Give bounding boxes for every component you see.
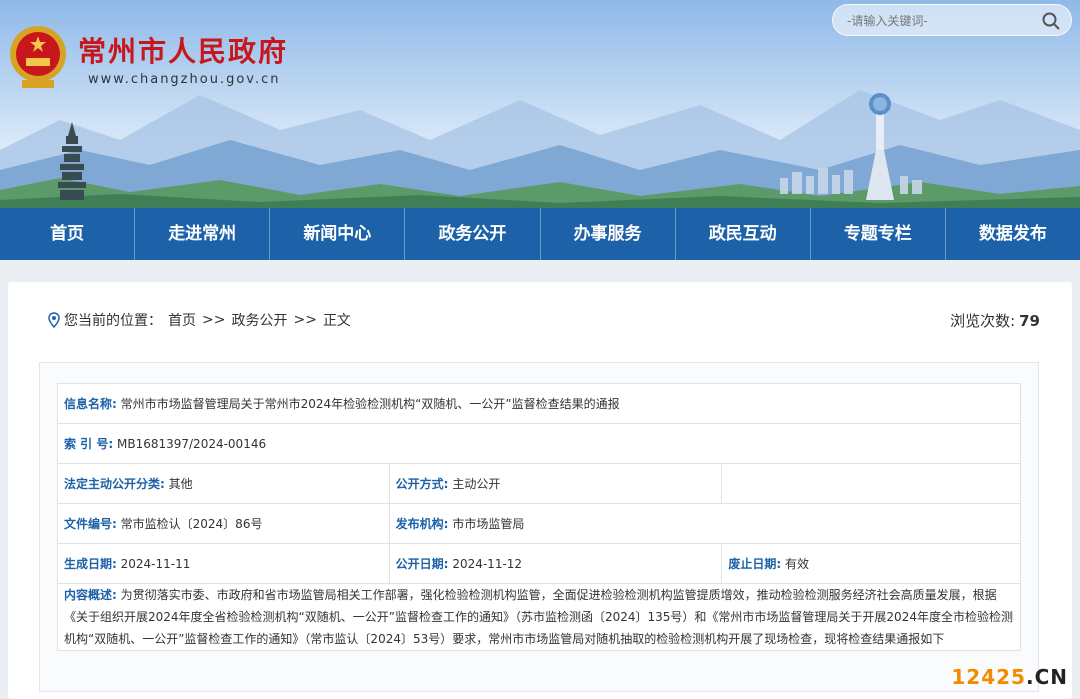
nav-item-services[interactable]: 办事服务 bbox=[541, 208, 676, 260]
summary-value: 为贯彻落实市委、市政府和省市场监管局相关工作部署，强化检验检测机构监管，全面促进… bbox=[64, 588, 1013, 646]
info-name-value: 常州市市场监督管理局关于常州市2024年检验检测机构“双随机、一公开”监督检查结… bbox=[120, 397, 620, 411]
category-label: 法定主动公开分类: bbox=[64, 477, 165, 491]
index-value: MB1681397/2024-00146 bbox=[116, 437, 267, 451]
watermark-logo: 12425.CN bbox=[951, 665, 1068, 689]
expire-label: 废止日期: bbox=[728, 557, 782, 571]
docno-cell: 文件编号: 常市监检认〔2024〕86号 bbox=[57, 503, 390, 544]
index-cell: 索 引 号: MB1681397/2024-00146 bbox=[57, 423, 1021, 464]
nav-item-topics[interactable]: 专题专栏 bbox=[811, 208, 946, 260]
table-row: 信息名称: 常州市市场监督管理局关于常州市2024年检验检测机构“双随机、一公开… bbox=[57, 383, 1021, 424]
location-pin-icon bbox=[48, 312, 60, 328]
breadcrumb: 您当前的位置： 首页 >> 政务公开 >> 正文 bbox=[46, 310, 357, 330]
breadcrumb-current: 正文 bbox=[322, 313, 351, 329]
nav-item-gov-info[interactable]: 政务公开 bbox=[405, 208, 541, 260]
created-value: 2024-11-11 bbox=[120, 557, 191, 571]
breadcrumb-home[interactable]: 首页 bbox=[168, 310, 196, 330]
breadcrumb-gov-info[interactable]: 政务公开 bbox=[231, 310, 287, 330]
breadcrumb-prefix: 您当前的位置： bbox=[64, 313, 162, 329]
summary-cell: 内容概述: 为贯彻落实市委、市政府和省市场监管局相关工作部署，强化检验检测机构监… bbox=[57, 583, 1021, 651]
published-cell: 公开日期: 2024-11-12 bbox=[388, 543, 723, 584]
site-url: www.changzhou.gov.cn bbox=[88, 72, 281, 87]
main-nav: 首页 走进常州 新闻中心 政务公开 办事服务 政民互动 专题专栏 数据发布 bbox=[0, 208, 1080, 260]
watermark-number: 12425 bbox=[951, 665, 1026, 689]
nav-item-about[interactable]: 走进常州 bbox=[135, 208, 271, 260]
category-cell: 法定主动公开分类: 其他 bbox=[57, 463, 390, 504]
content-panel: 您当前的位置： 首页 >> 政务公开 >> 正文 浏览次数: 79 信息名称: 常… bbox=[8, 282, 1072, 699]
expire-cell: 废止日期: 有效 bbox=[721, 543, 1021, 584]
expire-value: 有效 bbox=[784, 557, 809, 571]
published-label: 公开日期: bbox=[395, 557, 449, 571]
issuer-value: 市市场监管局 bbox=[452, 517, 525, 531]
national-emblem-icon bbox=[10, 26, 66, 88]
published-value: 2024-11-12 bbox=[452, 557, 523, 571]
created-cell: 生成日期: 2024-11-11 bbox=[57, 543, 390, 584]
search-input[interactable] bbox=[847, 11, 1037, 31]
index-label: 索 引 号: bbox=[64, 437, 114, 451]
view-count: 浏览次数: 79 bbox=[950, 310, 1040, 331]
table-row: 法定主动公开分类: 其他 公开方式: 主动公开 bbox=[57, 463, 1021, 504]
info-table: 信息名称: 常州市市场监督管理局关于常州市2024年检验检测机构“双随机、一公开… bbox=[57, 383, 1022, 651]
site-title[interactable]: 常州市人民政府 bbox=[78, 30, 288, 70]
table-row: 生成日期: 2024-11-11 公开日期: 2024-11-12 废止日期: … bbox=[57, 543, 1021, 584]
method-label: 公开方式: bbox=[395, 477, 449, 491]
breadcrumb-separator: >> bbox=[293, 312, 317, 328]
info-container: 信息名称: 常州市市场监督管理局关于常州市2024年检验检测机构“双随机、一公开… bbox=[39, 362, 1039, 692]
breadcrumb-separator: >> bbox=[202, 312, 226, 328]
nav-item-news[interactable]: 新闻中心 bbox=[270, 208, 406, 260]
watermark-suffix: CN bbox=[1034, 665, 1068, 689]
header-banner: 常州市人民政府 www.changzhou.gov.cn bbox=[0, 0, 1080, 208]
table-row: 文件编号: 常市监检认〔2024〕86号 发布机构: 市市场监管局 bbox=[57, 503, 1022, 544]
info-name-label: 信息名称: bbox=[64, 397, 117, 411]
nav-item-home[interactable]: 首页 bbox=[0, 208, 136, 260]
created-label: 生成日期: bbox=[64, 557, 117, 571]
table-row: 内容概述: 为贯彻落实市委、市政府和省市场监管局相关工作部署，强化检验检测机构监… bbox=[57, 583, 1021, 651]
search-icon[interactable] bbox=[1041, 11, 1061, 31]
docno-value: 常市监检认〔2024〕86号 bbox=[120, 517, 263, 531]
empty-cell bbox=[721, 463, 1021, 504]
category-value: 其他 bbox=[168, 477, 193, 491]
view-count-value: 79 bbox=[1019, 312, 1040, 330]
method-value: 主动公开 bbox=[452, 477, 501, 491]
issuer-cell: 发布机构: 市市场监管局 bbox=[388, 503, 1022, 544]
method-cell: 公开方式: 主动公开 bbox=[388, 463, 723, 504]
search-box bbox=[832, 4, 1072, 36]
docno-label: 文件编号: bbox=[64, 517, 117, 531]
nav-item-interaction[interactable]: 政民互动 bbox=[676, 208, 811, 260]
issuer-label: 发布机构: bbox=[395, 517, 449, 531]
summary-label: 内容概述: bbox=[64, 588, 117, 602]
nav-item-data[interactable]: 数据发布 bbox=[946, 208, 1080, 260]
watermark-dot: . bbox=[1025, 665, 1035, 689]
table-row: 索 引 号: MB1681397/2024-00146 bbox=[57, 423, 1021, 464]
view-count-label: 浏览次数: bbox=[950, 312, 1016, 330]
info-name-cell: 信息名称: 常州市市场监督管理局关于常州市2024年检验检测机构“双随机、一公开… bbox=[57, 383, 1021, 424]
